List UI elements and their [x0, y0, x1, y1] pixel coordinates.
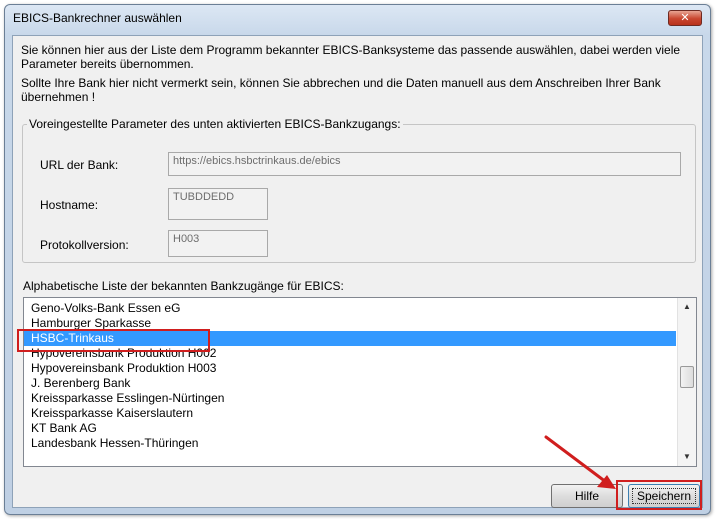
- bank-list-label: Alphabetische Liste der bekannten Bankzu…: [23, 279, 344, 293]
- scroll-down-icon[interactable]: ▼: [678, 448, 696, 466]
- parameters-legend: Voreingestellte Parameter des unten akti…: [29, 117, 401, 131]
- bank-list-items: Geno-Volks-Bank Essen eG Hamburger Sparka…: [24, 301, 676, 451]
- dialog-window: EBICS-Bankrechner auswählen ✕ Sie können…: [4, 4, 711, 515]
- dialog-content: Sie können hier aus der Liste dem Progra…: [12, 35, 703, 508]
- protocol-label: Protokollversion:: [40, 238, 129, 252]
- hostname-label: Hostname:: [40, 198, 99, 212]
- bank-list-item[interactable]: KT Bank AG: [24, 421, 676, 436]
- hostname-field: TUBDDEDD: [168, 188, 268, 220]
- bank-list-item[interactable]: Landesbank Hessen-Thüringen: [24, 436, 676, 451]
- url-field: https://ebics.hsbctrinkaus.de/ebics: [168, 152, 681, 176]
- bank-list-item[interactable]: Kreissparkasse Esslingen-Nürtingen: [24, 391, 676, 406]
- scroll-thumb[interactable]: [680, 366, 694, 388]
- close-icon: ✕: [680, 11, 690, 24]
- url-label: URL der Bank:: [40, 158, 119, 172]
- bank-listbox[interactable]: Geno-Volks-Bank Essen eG Hamburger Sparka…: [23, 297, 697, 467]
- window-title: EBICS-Bankrechner auswählen: [13, 11, 182, 25]
- scroll-up-icon[interactable]: ▲: [678, 298, 696, 316]
- intro-text-2: Sollte Ihre Bank hier nicht vermerkt sei…: [21, 76, 661, 104]
- bank-list-item[interactable]: Kreissparkasse Kaiserslautern: [24, 406, 676, 421]
- intro-text-1: Sie können hier aus der Liste dem Progra…: [21, 43, 681, 71]
- bank-list-item[interactable]: Geno-Volks-Bank Essen eG: [24, 301, 676, 316]
- protocol-field: H003: [168, 230, 268, 257]
- bank-list-item[interactable]: Hypovereinsbank Produktion H003: [24, 361, 676, 376]
- close-button[interactable]: ✕: [668, 10, 702, 26]
- bank-list-item[interactable]: J. Berenberg Bank: [24, 376, 676, 391]
- parameters-group: Voreingestellte Parameter des unten akti…: [22, 117, 696, 263]
- title-bar[interactable]: EBICS-Bankrechner auswählen ✕: [5, 5, 710, 33]
- highlight-box-selected-bank: [17, 329, 210, 352]
- help-button[interactable]: Hilfe: [551, 484, 623, 508]
- list-scrollbar[interactable]: ▲ ▼: [677, 298, 696, 466]
- highlight-box-save-button: [616, 480, 702, 510]
